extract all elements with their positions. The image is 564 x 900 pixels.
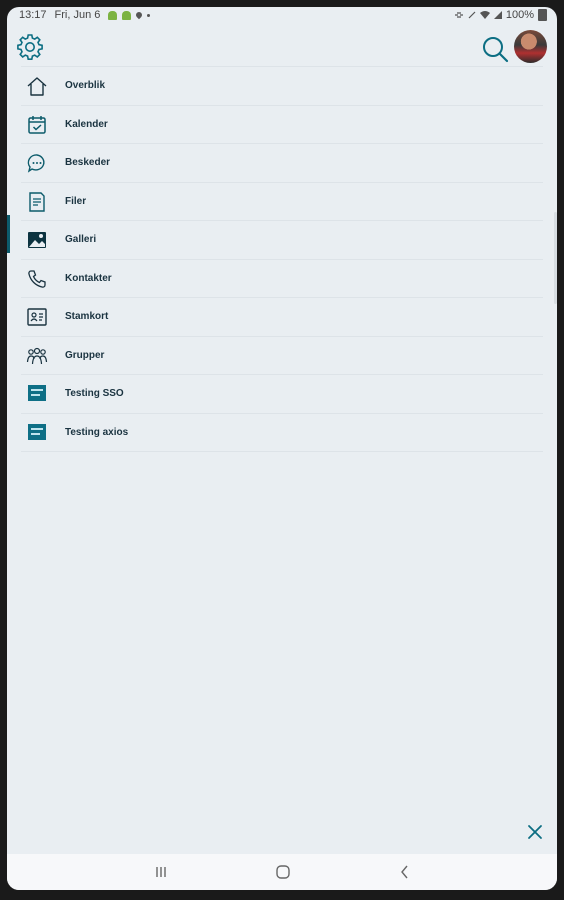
avatar[interactable] (514, 30, 547, 63)
more-notifications-icon (147, 13, 151, 17)
menu-item-filer[interactable]: Filer (21, 183, 543, 221)
menu-item-overblik[interactable]: Overblik (21, 66, 543, 106)
home-button-icon[interactable] (273, 862, 293, 882)
status-bar: 13:17 Fri, Jun 6 100% (7, 7, 557, 25)
gear-icon[interactable] (15, 32, 45, 62)
menu-item-kontakter[interactable]: Kontakter (21, 260, 543, 298)
menu-item-label: Kontakter (65, 272, 112, 284)
mute-icon (468, 11, 476, 19)
system-navigation-bar (7, 854, 557, 890)
menu-item-label: Grupper (65, 349, 105, 361)
widget-icon (26, 383, 48, 405)
menu-item-beskeder[interactable]: Beskeder (21, 144, 543, 183)
close-icon[interactable] (527, 824, 543, 840)
status-time: 13:17 (19, 9, 47, 21)
menu-item-testing-sso[interactable]: Testing SSO (21, 375, 543, 414)
menu-item-grupper[interactable]: Grupper (21, 337, 543, 375)
menu-item-label: Filer (65, 195, 87, 207)
signal-icon (493, 11, 502, 19)
menu-item-label: Kalender (65, 118, 108, 130)
link-icon (454, 12, 463, 18)
android-icon (122, 10, 132, 20)
battery-icon (538, 9, 547, 21)
widget-icon (26, 422, 48, 444)
image-icon (28, 232, 46, 248)
menu-item-kalender[interactable]: Kalender (21, 106, 543, 144)
navigation-menu: Overblik Kalender Beskeder Filer Galleri… (7, 66, 557, 452)
android-icon (108, 10, 118, 20)
recent-apps-icon[interactable] (151, 862, 171, 882)
back-icon[interactable] (395, 862, 415, 882)
home-icon (27, 77, 47, 96)
search-icon[interactable] (481, 35, 509, 63)
wifi-icon (479, 11, 490, 19)
menu-item-stamkort[interactable]: Stamkort (21, 298, 543, 337)
phone-icon (28, 269, 46, 288)
menu-item-galleri[interactable]: Galleri (21, 221, 543, 260)
menu-item-label: Beskeder (65, 157, 111, 169)
document-icon (29, 191, 45, 212)
calendar-icon (28, 115, 46, 134)
menu-item-label: Overblik (65, 80, 106, 92)
menu-item-label: Testing axios (65, 426, 129, 438)
id-card-icon (27, 308, 47, 326)
menu-item-label: Stamkort (65, 311, 109, 323)
menu-item-label: Testing SSO (65, 388, 124, 400)
menu-item-label: Galleri (65, 234, 97, 246)
location-icon (135, 10, 144, 20)
group-icon (26, 347, 48, 364)
menu-item-testing-axios[interactable]: Testing axios (21, 414, 543, 452)
app-screen: 13:17 Fri, Jun 6 100% Overblik Kalender … (7, 7, 557, 890)
chat-icon (27, 154, 45, 173)
battery-percent: 100% (505, 9, 534, 21)
status-date: Fri, Jun 6 (54, 9, 101, 21)
